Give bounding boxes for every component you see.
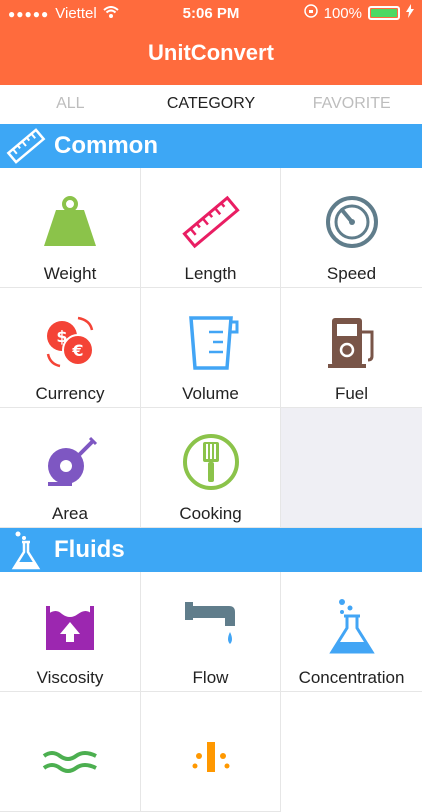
wave-icon (38, 714, 102, 778)
category-label: Weight (43, 264, 97, 283)
category-label: Currency (35, 384, 105, 403)
tape-measure-icon (38, 430, 102, 494)
battery-icon (368, 6, 400, 20)
pressure-icon (179, 714, 243, 778)
category-speed[interactable]: Speed (281, 168, 422, 288)
category-volume[interactable]: Volume (141, 288, 281, 408)
app-header: ●●●●● Viettel 5:06 PM 100% UnitConvert (0, 0, 422, 85)
grid-empty-cell (281, 408, 422, 528)
tab-favorite[interactable]: FAVORITE (281, 85, 422, 123)
svg-text:$: $ (56, 327, 67, 346)
category-label: Cooking (179, 504, 242, 523)
viscosity-icon (38, 594, 102, 658)
category-weight[interactable]: Weight (0, 168, 141, 288)
battery-percent: 100% (323, 4, 362, 22)
section-title: Common (54, 132, 158, 159)
status-bar: ●●●●● Viettel 5:06 PM 100% (0, 0, 422, 28)
tab-all[interactable]: ALL (0, 85, 141, 123)
section-title: Fluids (54, 536, 125, 563)
category-currency[interactable]: $ € Currency (0, 288, 141, 408)
category-fuel[interactable]: Fuel (281, 288, 422, 408)
category-label: Length (184, 264, 237, 283)
category-label: Area (52, 504, 88, 523)
category-label: Concentration (298, 668, 405, 687)
category-partial-2[interactable] (141, 692, 281, 812)
faucet-icon (179, 594, 243, 658)
section-header-common: Common (0, 124, 422, 168)
weight-icon (38, 190, 102, 254)
category-label: Viscosity (36, 668, 104, 687)
ruler-icon (0, 124, 52, 168)
category-label: Fuel (334, 384, 369, 403)
category-length[interactable]: Length (141, 168, 281, 288)
ruler-icon (179, 190, 243, 254)
tab-bar: ALL CATEGORY FAVORITE (0, 85, 422, 123)
currency-icon: $ € (38, 310, 102, 374)
category-grid-common: Weight Length Speed $ € Currency Volume … (0, 168, 422, 528)
category-concentration[interactable]: Concentration (281, 572, 422, 692)
category-flow[interactable]: Flow (141, 572, 281, 692)
app-title: UnitConvert (148, 40, 274, 65)
category-label: Flow (192, 668, 229, 687)
section-header-fluids: Fluids (0, 528, 422, 572)
measuring-cup-icon (179, 310, 243, 374)
charging-icon (406, 4, 414, 22)
category-viscosity[interactable]: Viscosity (0, 572, 141, 692)
flask-icon (320, 594, 384, 658)
speedometer-icon (320, 190, 384, 254)
category-label: Speed (326, 264, 377, 283)
category-label: Volume (182, 384, 239, 403)
category-area[interactable]: Area (0, 408, 141, 528)
flask-icon (0, 528, 52, 572)
rotation-lock-icon (303, 4, 318, 22)
tab-category[interactable]: CATEGORY (141, 85, 282, 123)
category-partial-1[interactable] (0, 692, 141, 812)
svg-text:€: € (71, 341, 83, 360)
category-cooking[interactable]: Cooking (141, 408, 281, 528)
category-grid-fluids: Viscosity Flow Concentration (0, 572, 422, 812)
fuel-pump-icon (320, 310, 384, 374)
spatula-icon (179, 430, 243, 494)
